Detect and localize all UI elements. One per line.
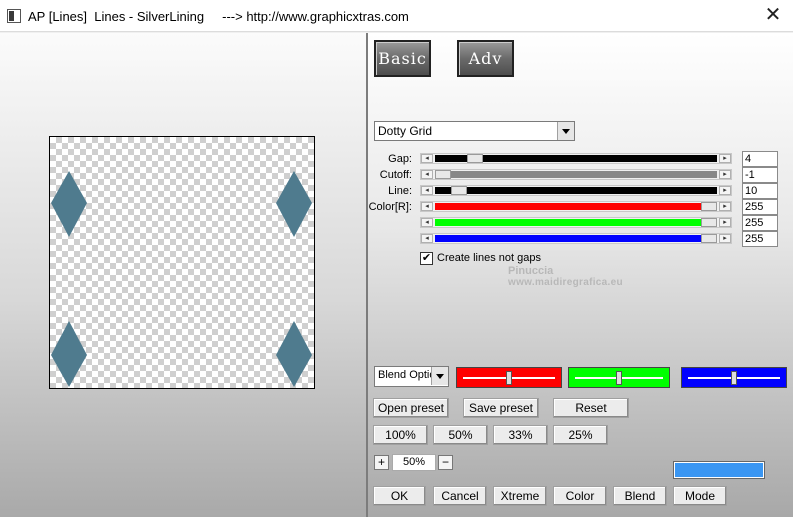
blend-options-dropdown[interactable]: Blend Optio: [374, 366, 449, 387]
swatch-knob[interactable]: [506, 371, 512, 385]
basic-mode-button[interactable]: Basic: [374, 40, 431, 77]
slider-fill: [435, 235, 717, 242]
blend-button[interactable]: Blend: [613, 486, 667, 506]
scroll-left-icon[interactable]: ◂: [421, 218, 433, 227]
zoom-100-button[interactable]: 100%: [373, 425, 428, 445]
color-r-slider[interactable]: ◂ ▸: [420, 201, 732, 212]
scroll-left-icon[interactable]: ◂: [421, 186, 433, 195]
watermark: Pinuccia www.maidiregrafica.eu: [508, 265, 623, 288]
cancel-button[interactable]: Cancel: [433, 486, 487, 506]
app-icon: [7, 9, 21, 23]
scroll-right-icon[interactable]: ▸: [719, 218, 731, 227]
scroll-left-icon[interactable]: ◂: [421, 234, 433, 243]
preview-canvas: [49, 136, 315, 389]
color-r-value-field[interactable]: 255: [742, 199, 778, 215]
line-value-field[interactable]: 10: [742, 183, 778, 199]
effect-dropdown[interactable]: Dotty Grid: [374, 121, 575, 141]
cutoff-value-field[interactable]: -1: [742, 167, 778, 183]
diamond-bottom-right: [276, 321, 312, 387]
slider-thumb[interactable]: [701, 218, 717, 227]
swatch-knob[interactable]: [731, 371, 737, 385]
swatch-knob[interactable]: [616, 371, 622, 385]
open-preset-button[interactable]: Open preset: [373, 398, 449, 418]
scroll-right-icon[interactable]: ▸: [719, 234, 731, 243]
slider-thumb[interactable]: [701, 234, 717, 243]
chevron-down-icon: [431, 367, 448, 385]
slider-label-cutoff: Cutoff:: [379, 169, 412, 181]
zoom-33-button[interactable]: 33%: [493, 425, 548, 445]
scroll-right-icon[interactable]: ▸: [719, 170, 731, 179]
window-title: AP [Lines] Lines - SilverLining ---> htt…: [28, 9, 409, 24]
reset-button[interactable]: Reset: [553, 398, 629, 418]
blend-options-value: Blend Optio: [378, 369, 434, 381]
create-lines-label: Create lines not gaps: [437, 252, 541, 264]
watermark-site: www.maidiregrafica.eu: [508, 277, 623, 288]
adv-mode-button[interactable]: Adv: [457, 40, 514, 77]
diamond-top-right: [276, 171, 312, 237]
preview-color-swatch[interactable]: [673, 461, 765, 479]
zoom-level-field[interactable]: 50%: [392, 454, 436, 471]
color-b-value-field[interactable]: 255: [742, 231, 778, 247]
color-g-value-field[interactable]: 255: [742, 215, 778, 231]
title-bar: AP [Lines] Lines - SilverLining ---> htt…: [0, 0, 793, 32]
effect-dropdown-value: Dotty Grid: [378, 124, 433, 138]
scroll-right-icon[interactable]: ▸: [719, 154, 731, 163]
scroll-left-icon[interactable]: ◂: [421, 170, 433, 179]
slider-fill: [435, 171, 717, 178]
mode-button[interactable]: Mode: [673, 486, 727, 506]
zoom-25-button[interactable]: 25%: [553, 425, 608, 445]
close-icon[interactable]: ✕: [761, 4, 785, 28]
gap-value-field[interactable]: 4: [742, 151, 778, 167]
color-button[interactable]: Color: [553, 486, 607, 506]
save-preset-button[interactable]: Save preset: [463, 398, 539, 418]
slider-fill: [435, 187, 717, 194]
blend-blue-swatch[interactable]: [681, 367, 787, 388]
xtreme-button[interactable]: Xtreme: [493, 486, 547, 506]
slider-fill: [435, 203, 717, 210]
scroll-left-icon[interactable]: ◂: [421, 202, 433, 211]
create-lines-checkbox[interactable]: ✔: [420, 252, 433, 265]
slider-label-line: Line:: [388, 185, 412, 197]
chevron-down-icon: [557, 122, 574, 140]
color-g-slider[interactable]: ◂ ▸: [420, 217, 732, 228]
diamond-top-left: [51, 171, 87, 237]
cutoff-slider[interactable]: ◂ ▸: [420, 169, 732, 180]
diamond-bottom-left: [51, 321, 87, 387]
line-slider[interactable]: ◂ ▸: [420, 185, 732, 196]
adv-mode-label: Adv: [468, 49, 503, 68]
preview-diamonds: [51, 171, 312, 387]
slider-thumb[interactable]: [701, 202, 717, 211]
zoom-in-button[interactable]: +: [374, 455, 389, 470]
slider-label-color-r: Color[R]:: [368, 201, 412, 213]
slider-label-gap: Gap:: [388, 153, 412, 165]
scroll-left-icon[interactable]: ◂: [421, 154, 433, 163]
zoom-out-button[interactable]: −: [438, 455, 453, 470]
slider-fill: [435, 219, 717, 226]
basic-mode-label: Basic: [378, 49, 427, 68]
watermark-name: Pinuccia: [508, 265, 554, 277]
slider-thumb[interactable]: [451, 186, 467, 195]
scroll-right-icon[interactable]: ▸: [719, 202, 731, 211]
slider-thumb[interactable]: [467, 154, 483, 163]
blend-red-swatch[interactable]: [456, 367, 562, 388]
slider-thumb[interactable]: [435, 170, 451, 179]
blend-green-swatch[interactable]: [568, 367, 670, 388]
color-b-slider[interactable]: ◂ ▸: [420, 233, 732, 244]
scroll-right-icon[interactable]: ▸: [719, 186, 731, 195]
zoom-50-button[interactable]: 50%: [433, 425, 488, 445]
ok-button[interactable]: OK: [373, 486, 426, 506]
gap-slider[interactable]: ◂ ▸: [420, 153, 732, 164]
